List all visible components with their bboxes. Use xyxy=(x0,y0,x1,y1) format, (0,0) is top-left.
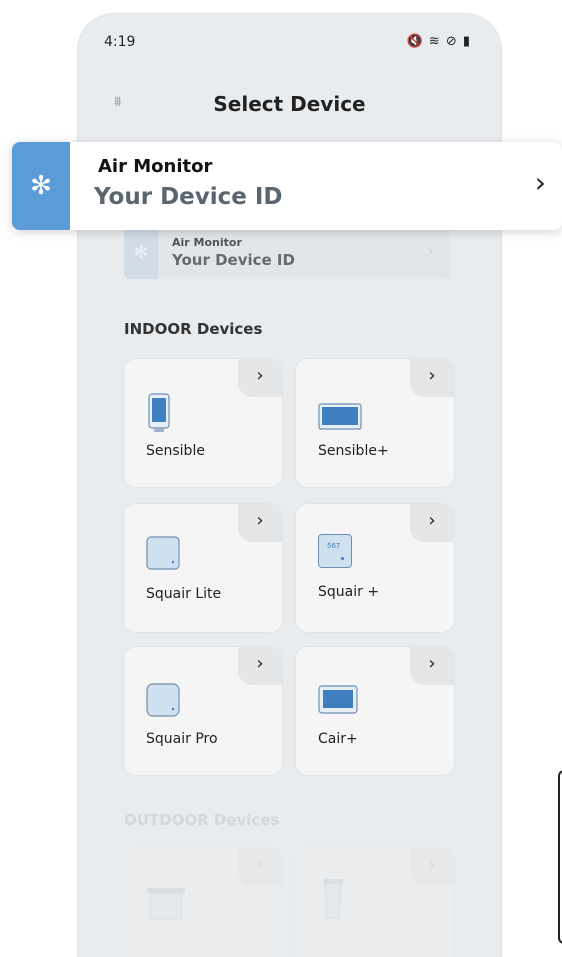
device-name: Air Monitor xyxy=(172,236,242,249)
device-card-sensible[interactable]: › Sensible xyxy=(124,359,282,487)
device-id: Your Device ID xyxy=(172,251,295,269)
chevron-right-icon[interactable]: › xyxy=(410,504,454,542)
device-card-squair-lite[interactable]: › Squair Lite xyxy=(124,504,282,632)
header: ⩩ Select Device xyxy=(78,84,501,128)
chevron-right-icon[interactable]: › xyxy=(238,359,282,397)
chevron-right-icon: › xyxy=(427,241,434,260)
device-label: Squair + xyxy=(318,584,380,600)
chevron-right-icon[interactable]: › xyxy=(410,359,454,397)
bluetooth-icon: ✻ xyxy=(12,142,70,230)
highlighted-device-row[interactable]: ✻ Air Monitor Your Device ID › xyxy=(12,142,562,230)
status-icons: 🔇 ≋ ⊘ ▮ xyxy=(406,34,471,49)
device-label: Squair Pro xyxy=(146,731,218,747)
page-title: Select Device xyxy=(213,92,366,116)
scrollbar-handle[interactable] xyxy=(558,770,562,944)
device-card-cair-plus[interactable]: › Cair+ xyxy=(296,647,454,775)
device-card-squair-plus[interactable]: › 567 Squair + xyxy=(296,504,454,632)
chevron-right-icon[interactable]: › xyxy=(535,166,546,199)
outdoor-sensor-icon xyxy=(323,879,343,919)
device-name: Air Monitor xyxy=(98,156,213,177)
device-card-outdoor-2[interactable]: › xyxy=(296,848,454,957)
device-id: Your Device ID xyxy=(94,184,283,210)
sensible-plus-device-icon xyxy=(318,403,362,430)
squair-lite-device-icon xyxy=(146,536,180,570)
chevron-right-icon[interactable]: › xyxy=(410,647,454,685)
chevron-right-icon[interactable]: › xyxy=(410,848,454,886)
sensible-device-icon xyxy=(148,393,170,432)
device-label: Sensible xyxy=(146,443,205,459)
section-title-indoor: INDOOR Devices xyxy=(124,320,263,338)
device-label: Squair Lite xyxy=(146,586,222,602)
device-card-sensible-plus[interactable]: › Sensible+ xyxy=(296,359,454,487)
device-card-outdoor-1[interactable]: › xyxy=(124,848,282,957)
squair-plus-device-icon: 567 xyxy=(318,534,352,568)
chevron-right-icon[interactable]: › xyxy=(238,504,282,542)
device-label: Cair+ xyxy=(318,731,358,747)
status-time: 4:19 xyxy=(104,34,136,50)
saved-device-row[interactable]: ✻ Air Monitor Your Device ID › xyxy=(124,227,450,279)
led-indicator xyxy=(341,557,344,560)
bluetooth-icon: ✻ xyxy=(124,227,158,279)
squair-pro-device-icon xyxy=(146,683,180,717)
chevron-right-icon[interactable]: › xyxy=(238,647,282,685)
device-screen-reading: 567 xyxy=(327,542,341,550)
section-title-outdoor: OUTDOOR Devices xyxy=(124,811,280,829)
device-card-squair-pro[interactable]: › Squair Pro xyxy=(124,647,282,775)
device-label: Sensible+ xyxy=(318,443,389,459)
chevron-right-icon[interactable]: › xyxy=(238,848,282,886)
cair-plus-device-icon xyxy=(318,685,358,714)
status-bar: 4:19 🔇 ≋ ⊘ ▮ xyxy=(78,34,501,54)
outdoor-device-icon xyxy=(147,888,185,920)
